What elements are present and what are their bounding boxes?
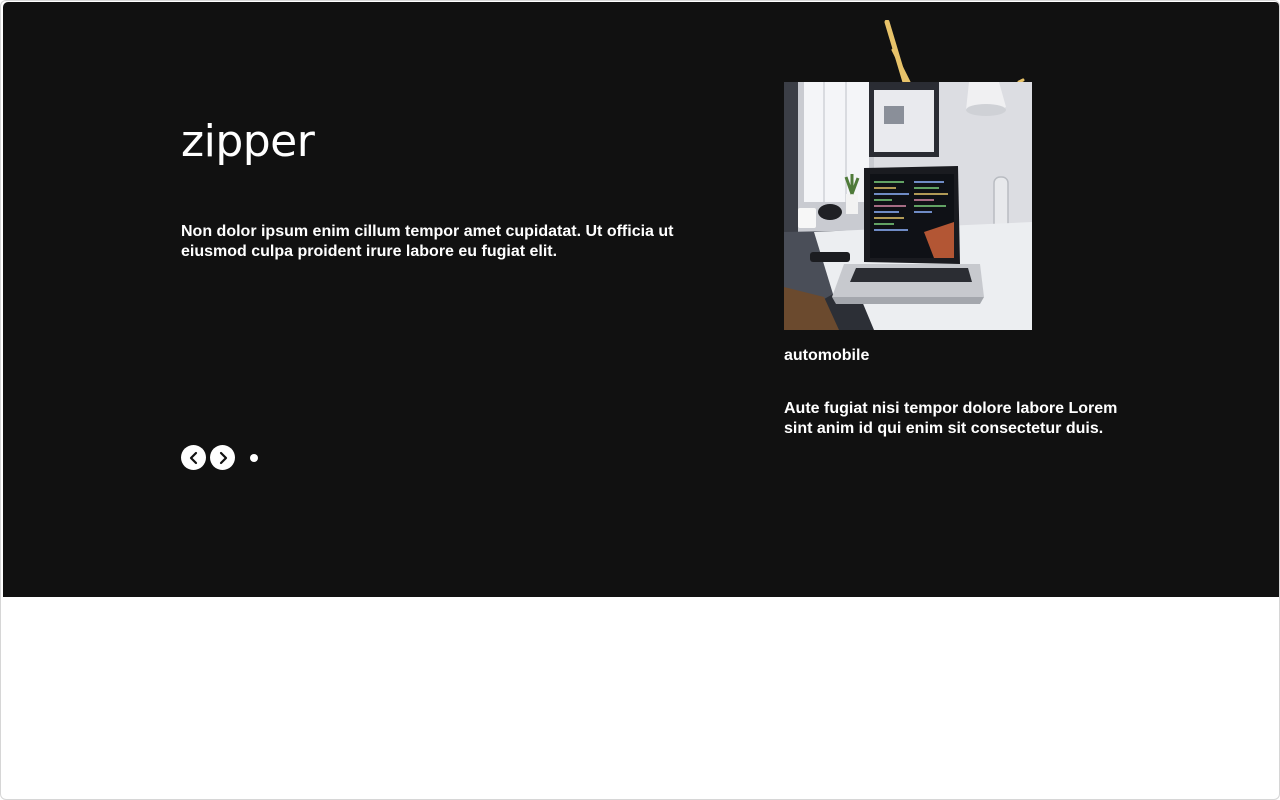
chevron-left-icon <box>189 451 197 464</box>
carousel-next-button[interactable] <box>210 445 235 470</box>
chevron-right-icon <box>219 451 227 464</box>
card-description: Aute fugiat nisi tempor dolore labore Lo… <box>784 400 1118 437</box>
hero-section: zipper Non dolor ipsum enim cillum tempo… <box>3 2 1279 597</box>
hero-description: Non dolor ipsum enim cillum tempor amet … <box>181 223 674 260</box>
hanging-ribbon-icon <box>884 20 1025 85</box>
carousel-prev-button[interactable] <box>181 445 206 470</box>
hero-title: zipper <box>181 116 315 167</box>
laptop-on-desk-photo <box>784 82 1032 330</box>
carousel-controls <box>181 445 258 470</box>
card-image[interactable] <box>784 82 1032 330</box>
carousel-dot-active[interactable] <box>250 453 258 462</box>
card-label[interactable]: automobile <box>784 346 869 366</box>
page-frame: zipper Non dolor ipsum enim cillum tempo… <box>0 0 1280 800</box>
